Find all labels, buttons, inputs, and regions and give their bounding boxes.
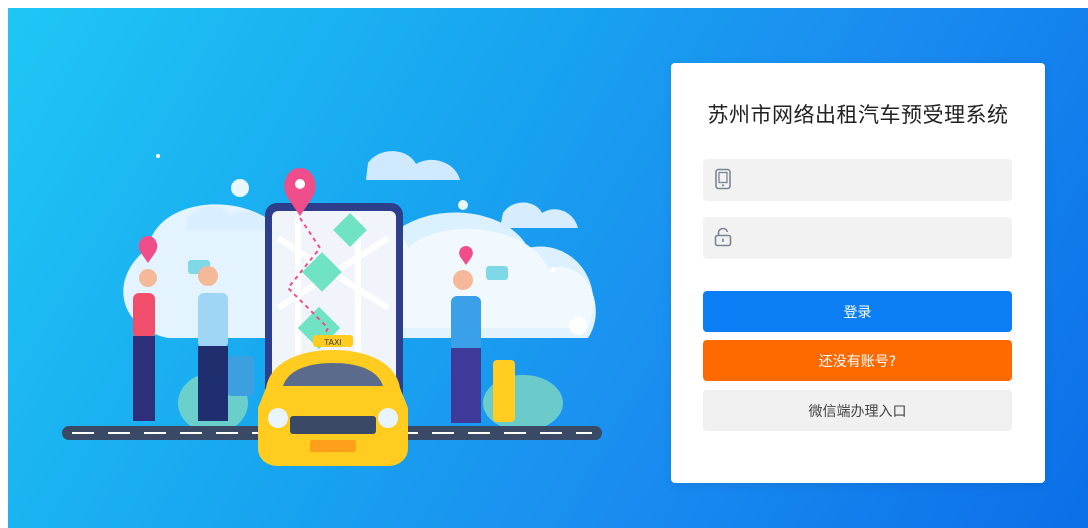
taxi-sign: TAXI [323, 338, 342, 347]
password-field[interactable] [703, 217, 1012, 261]
phone-input[interactable] [743, 159, 1007, 203]
lock-icon [714, 227, 732, 247]
register-button[interactable]: 还没有账号? [703, 340, 1012, 381]
password-input[interactable] [743, 217, 1007, 261]
mobile-phone-icon [715, 168, 731, 190]
phone-field[interactable] [703, 159, 1012, 203]
wechat-entry-button[interactable]: 微信端办理入口 [703, 390, 1012, 431]
system-title: 苏州市网络出租汽车预受理系统 [707, 103, 1009, 127]
login-button[interactable]: 登录 [703, 291, 1012, 332]
login-card: 苏州市网络出租汽车预受理系统 登录 还没有账号? 微信端办理入口 [671, 63, 1045, 483]
